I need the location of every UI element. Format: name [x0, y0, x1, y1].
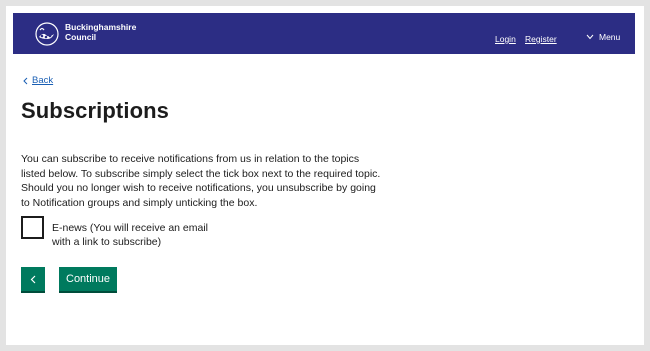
menu-label: Menu — [599, 32, 621, 42]
chevron-left-icon — [23, 77, 28, 84]
page-frame: Buckinghamshire Council Login Register M… — [6, 6, 644, 345]
intro-text: You can subscribe to receive notificatio… — [21, 153, 381, 209]
site-header: Buckinghamshire Council Login Register M… — [13, 13, 635, 54]
brand-line-1: Buckinghamshire — [65, 22, 137, 32]
brand-line-2: Council — [65, 32, 97, 42]
page-title: Subscriptions — [21, 98, 169, 123]
chevron-down-icon — [586, 34, 594, 40]
register-link[interactable]: Register — [525, 34, 557, 44]
back-link-label[interactable]: Back — [32, 75, 53, 86]
enews-checkbox-label[interactable]: E-news (You will receive an email with a… — [52, 221, 217, 249]
login-link[interactable]: Login — [495, 34, 516, 44]
brand-name[interactable]: Buckinghamshire Council — [65, 22, 136, 42]
enews-checkbox[interactable] — [21, 216, 44, 239]
menu-button[interactable]: Menu — [586, 32, 620, 42]
continue-button[interactable]: Continue — [59, 267, 118, 293]
chevron-left-icon — [30, 275, 36, 283]
swan-logo-icon — [35, 22, 59, 46]
back-button[interactable] — [21, 267, 45, 293]
back-link[interactable]: Back — [23, 75, 53, 86]
